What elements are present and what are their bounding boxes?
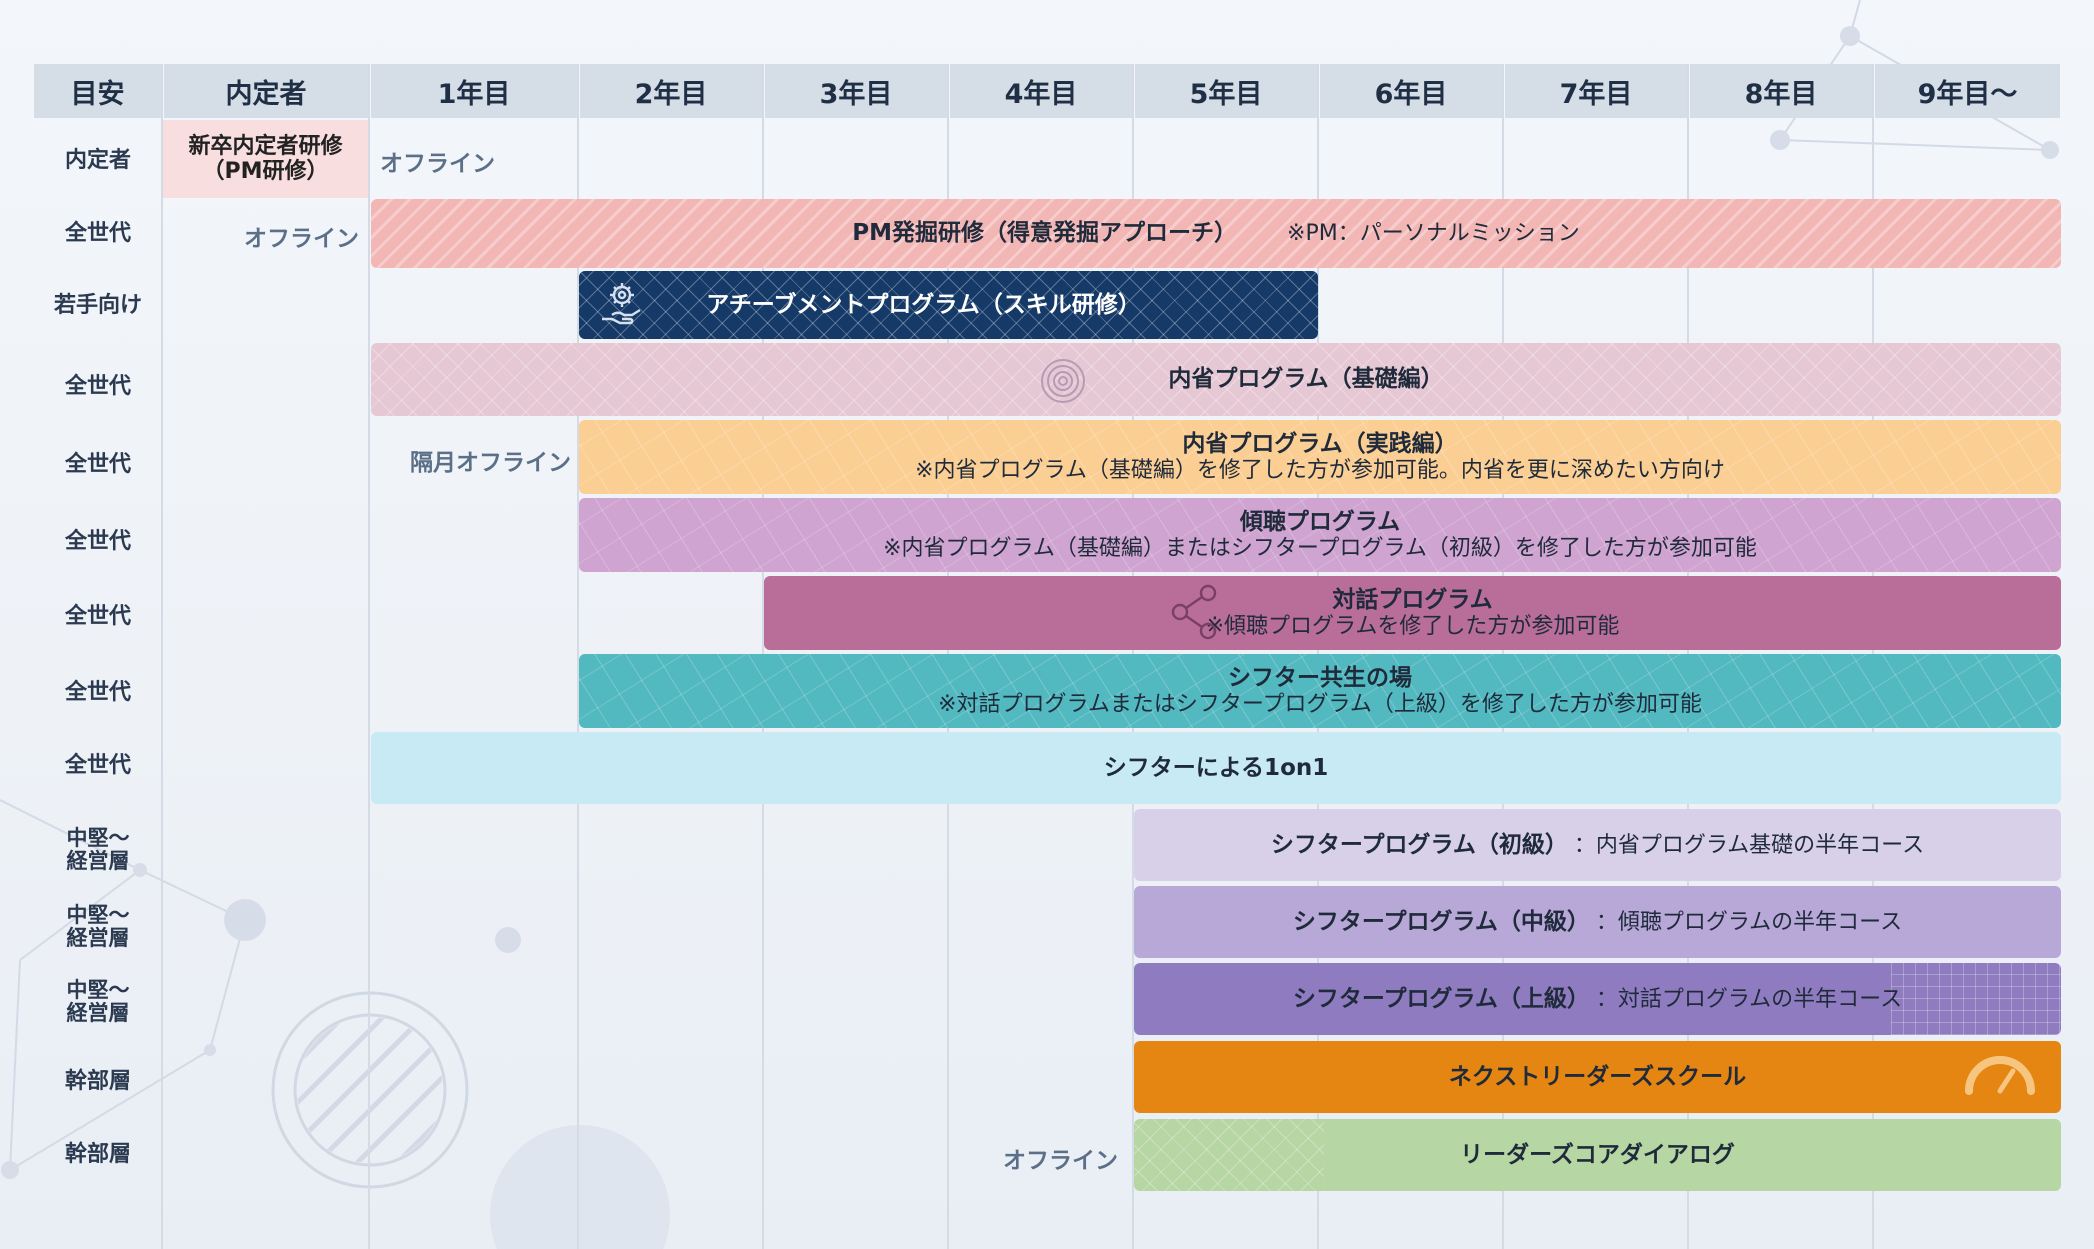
bar-note: ※傾聴プログラムを修了した方が参加可能 (1205, 613, 1620, 639)
gauge-icon (1965, 1056, 2035, 1095)
row-label: 幹部層 (64, 1141, 131, 1167)
shifter-program-intermediate-bar: シフタープログラム（中級） ：傾聴プログラムの半年コース (1134, 886, 2061, 958)
bar-note: ：内省プログラム基礎の半年コース (1573, 832, 1925, 858)
row-label: 中堅〜 経営層 (66, 825, 130, 873)
bimonthly-offline-note: 隔月オフライン (410, 450, 571, 476)
dialogue-program-bar: 対話プログラム ※傾聴プログラムを修了した方が参加可能 (764, 576, 2061, 650)
bar-note: ※PM：パーソナルミッション (1287, 221, 1580, 247)
row-label: 全世代 (64, 451, 131, 477)
bar-note: ※内省プログラム（基礎編）を修了した方が参加可能。内省を更に深めたい方向け (915, 457, 1725, 483)
concentric-circles-icon (1041, 359, 1085, 403)
row-label: 中堅〜 経営層 (66, 902, 130, 950)
header-cell-year5: 5年目 (1135, 64, 1317, 118)
bar-title: シフター共生の場 (1228, 665, 1412, 692)
hand-gear-icon (602, 283, 641, 325)
row-label: 全世代 (64, 603, 131, 629)
pm-discovery-training-bar: PM発掘研修（得意発掘アプローチ） ※PM：パーソナルミッション (371, 199, 2061, 268)
next-leaders-school-bar: ネクストリーダーズスクール (1134, 1041, 2061, 1113)
bar-title: アチーブメントプログラム（スキル研修） (706, 291, 1141, 318)
header-cell-naiteisha: 内定者 (164, 64, 368, 118)
shifter-coexistence-bar: シフター共生の場 ※対話プログラムまたはシフタープログラム（上級）を修了した方が… (579, 654, 2061, 728)
listening-program-bar: 傾聴プログラム ※内省プログラム（基礎編）またはシフタープログラム（初級）を修了… (579, 498, 2061, 572)
bar-title: PM発掘研修（得意発掘アプローチ） (852, 220, 1238, 247)
diamond-texture (1134, 1119, 1324, 1191)
header-cell-year7: 7年目 (1505, 64, 1687, 118)
offline-note: オフライン (380, 151, 495, 177)
row-label: 全世代 (64, 373, 131, 399)
bar-title: シフターによる1on1 (1103, 754, 1329, 781)
header-cell-guide: 目安 (34, 64, 161, 118)
header-cell-year9-plus: 9年目〜 (1875, 64, 2060, 118)
share-icon (1171, 584, 1217, 640)
bar-title: シフタープログラム（初級） (1270, 831, 1568, 858)
row-label: 全世代 (64, 220, 131, 246)
bar-title: 対話プログラム (1332, 587, 1493, 614)
achievement-program-bar: アチーブメントプログラム（スキル研修） (579, 271, 1318, 339)
leaders-core-dialogue-bar: リーダーズコアダイアログ (1134, 1119, 2061, 1191)
shifter-program-advanced-bar: シフタープログラム（上級） ：対話プログラムの半年コース (1134, 963, 2061, 1035)
bar-title: シフタープログラム（上級） (1292, 985, 1590, 1012)
bar-title: ネクストリーダーズスクール (1448, 1063, 1747, 1090)
introspection-basic-program-bar: 内省プログラム（基礎編） (371, 343, 2061, 416)
bar-note: ：対話プログラムの半年コース (1595, 986, 1903, 1012)
grid-texture (1891, 963, 2061, 1035)
bar-title: 内省プログラム（実践編） (1182, 431, 1458, 458)
naiteisha-training-label: 新卒内定者研修 （PM研修） (188, 133, 343, 184)
row-label: 全世代 (64, 679, 131, 705)
naiteisha-training-cell: 新卒内定者研修 （PM研修） (163, 120, 368, 198)
row-label: 幹部層 (64, 1068, 131, 1094)
bar-title: 内省プログラム（基礎編） (1168, 366, 1444, 393)
shifter-program-beginner-bar: シフタープログラム（初級） ：内省プログラム基礎の半年コース (1134, 809, 2061, 881)
row-label: 全世代 (64, 528, 131, 554)
header-cell-year4: 4年目 (950, 64, 1132, 118)
header-cell-year6: 6年目 (1320, 64, 1502, 118)
offline-note: オフライン (244, 226, 359, 252)
bar-note: ：傾聴プログラムの半年コース (1595, 909, 1903, 935)
bar-title: リーダーズコアダイアログ (1460, 1141, 1735, 1168)
header-cell-year2: 2年目 (580, 64, 762, 118)
bar-note: ※内省プログラム（基礎編）またはシフタープログラム（初級）を修了した方が参加可能 (883, 535, 1757, 561)
bar-title: 傾聴プログラム (1239, 509, 1401, 536)
header-cell-year8: 8年目 (1690, 64, 1872, 118)
row-label: 内定者 (64, 147, 131, 173)
row-label: 全世代 (64, 752, 131, 778)
shifter-one-on-one-bar: シフターによる1on1 (371, 732, 2061, 804)
row-label: 中堅〜 経営層 (66, 977, 130, 1025)
row-label: 若手向け (53, 292, 142, 318)
header-cell-year3: 3年目 (765, 64, 947, 118)
header-cell-year1: 1年目 (371, 64, 577, 118)
bar-title: シフタープログラム（中級） (1292, 908, 1590, 935)
introspection-practice-program-bar: 内省プログラム（実践編） ※内省プログラム（基礎編）を修了した方が参加可能。内省… (579, 420, 2061, 494)
offline-note: オフライン (1003, 1148, 1118, 1174)
bar-note: ※対話プログラムまたはシフタープログラム（上級）を修了した方が参加可能 (938, 691, 1702, 717)
